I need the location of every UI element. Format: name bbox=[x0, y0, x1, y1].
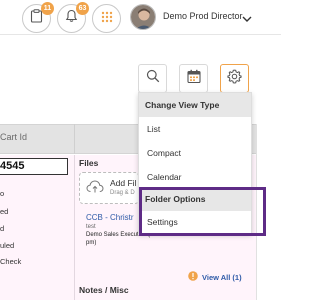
top-bar-divider bbox=[0, 34, 281, 35]
menu-item-list[interactable]: List bbox=[139, 117, 251, 141]
apps-button[interactable] bbox=[92, 4, 121, 33]
chevron-down-icon[interactable] bbox=[242, 10, 252, 28]
apps-grid-icon bbox=[101, 10, 113, 28]
warning-icon bbox=[188, 268, 198, 286]
calendar-button[interactable] bbox=[179, 64, 208, 93]
menu-item-compact[interactable]: Compact bbox=[139, 141, 251, 165]
column-divider bbox=[74, 155, 75, 300]
row-text-fragment: Check bbox=[0, 257, 22, 266]
bell-button[interactable]: 63 bbox=[57, 2, 89, 33]
row-text-fragment: uled bbox=[0, 241, 15, 250]
file-link[interactable]: CCB - Christr bbox=[86, 213, 134, 222]
drag-drop-hint: Drag & D bbox=[110, 190, 135, 196]
row-text-fragment: d bbox=[0, 224, 5, 233]
user-name[interactable]: Demo Prod Director bbox=[163, 11, 243, 21]
bell-badge: 63 bbox=[76, 2, 89, 15]
gear-icon bbox=[227, 69, 242, 89]
cart-id-field[interactable]: 4545 bbox=[0, 158, 68, 175]
cloud-upload-icon bbox=[86, 179, 104, 199]
files-section-title: Files bbox=[79, 158, 99, 168]
page: 11 63 Demo Prod Director Cart Id 4545 o … bbox=[0, 0, 281, 300]
change-view-type-header: Change View Type bbox=[139, 93, 251, 117]
row-text-fragment: ed bbox=[0, 207, 9, 216]
view-all-link[interactable]: View All (1) bbox=[188, 268, 242, 286]
row-text-fragment: o bbox=[0, 189, 5, 198]
top-bar: 11 63 Demo Prod Director bbox=[0, 0, 281, 34]
file-dropzone[interactable]: Add Fil Drag & D bbox=[79, 172, 139, 204]
cart-id-column-header[interactable]: Cart Id bbox=[0, 132, 27, 142]
menu-item-calendar[interactable]: Calendar bbox=[139, 165, 251, 189]
calendar-icon bbox=[186, 69, 201, 89]
avatar[interactable] bbox=[130, 4, 156, 30]
notes-section-title: Notes / Misc bbox=[79, 285, 129, 295]
add-file-label: Add Fil bbox=[110, 178, 137, 188]
settings-button[interactable] bbox=[220, 64, 249, 93]
search-icon bbox=[146, 69, 160, 88]
file-description: test bbox=[86, 224, 96, 230]
clipboard-badge: 11 bbox=[41, 2, 54, 15]
highlight-annotation bbox=[139, 187, 266, 236]
clipboard-button[interactable]: 11 bbox=[22, 2, 54, 33]
column-divider bbox=[74, 124, 75, 154]
view-all-label: View All (1) bbox=[202, 272, 242, 282]
search-button[interactable] bbox=[138, 64, 167, 93]
